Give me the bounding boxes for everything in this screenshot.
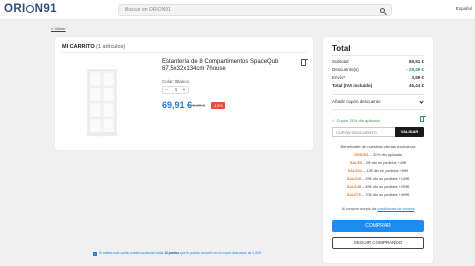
buy-button[interactable]: COMPRAR [332,220,424,232]
notice-prefix: Si validas este carrito puedes acumular … [99,251,165,255]
coupon-desc: – 31% dto aplicado [368,153,402,157]
divider [332,109,424,110]
quantity-value[interactable]: 1 [172,87,180,93]
cart-title-text: MI CARRITO [62,44,95,50]
discount-value: - 28,46 € [406,67,424,72]
search-input[interactable]: Buscar en ORION91 [125,7,171,13]
shipping-row: Envío* 3,99 € [332,75,424,81]
remove-coupon-icon[interactable] [420,115,426,122]
cart-card: MI CARRITO (1 artículos) Estantería de 8… [55,37,313,150]
coupon-offer: SALE5 – 5€ dto en pedidos +49€ [332,161,424,165]
notice-suffix: que te podrán convertir en un cupón desc… [179,251,262,255]
coupon-toggle-label: Añadir cupón descuento [332,99,381,104]
coupon-code: ORION1 [354,153,369,157]
product-color: Color: Blanco [162,79,190,84]
divider [332,55,424,56]
qty-minus-button[interactable]: − [164,87,170,93]
terms-link[interactable]: condiciones de compra [377,207,414,211]
continue-shopping-button[interactable]: SEGUIR COMPRANDO [332,237,424,249]
divider [332,94,424,95]
info-icon: i [93,251,97,256]
language-selector[interactable]: Español [456,6,472,11]
discount-label: Descuento(s) [332,67,359,72]
applied-coupon: ✓ Cupón 31% dto aplicado [332,118,381,123]
coupon-desc: – 5€ dto en pedidos +49€ [362,161,407,165]
discount-row: Descuento(s) - 28,46 € [332,67,424,73]
coupon-code: SALE70 [346,193,362,197]
coupon-code: SALE12 [347,169,363,173]
notice-points: 13 puntos [164,251,180,255]
logo-o-icon [25,4,34,13]
logo-text: ORI [4,3,26,15]
coupon-offer: ORION1 – 31% dto aplicado [332,153,424,157]
coupon-desc: – 45€ dto en pedidos +299€ [361,185,410,189]
coupon-offer: SALE25 – 25€ dto en pedidos +149€ [332,177,424,181]
cart-title: MI CARRITO (1 artículos) [62,44,125,50]
discount-badge: -13% [211,101,225,109]
coupon-offer: SALE45 – 45€ dto en pedidos +299€ [332,185,424,189]
quantity-stepper[interactable]: − 1 + [162,86,189,94]
coupon-code: SALE5 [349,161,363,165]
total-value: 45,44 € [408,83,424,88]
coupon-toggle[interactable]: Añadir cupón descuento [332,98,424,106]
coupon-offer: SALE12 – 12€ dto en pedidos +89€ [332,169,424,173]
logo[interactable]: ORI N91 [4,3,57,15]
coupon-desc: – 12€ dto en pedidos +89€ [362,169,409,173]
total-row: Total (IVA incluido) 45,44 € [332,83,424,89]
coupon-code: SALE45 [346,185,362,189]
bookshelf-drawing [85,69,119,137]
qty-plus-button[interactable]: + [181,87,187,93]
coupon-input[interactable] [332,127,395,137]
search-box[interactable]: Buscar en ORION91 [118,4,392,16]
terms-text: Al comprar acepto las condiciones de com… [332,207,424,211]
top-header: ORI N91 Buscar en ORION91 Español [0,0,475,20]
trash-icon[interactable] [300,58,308,66]
coupon-desc: – 25€ dto en pedidos +149€ [361,177,410,181]
product-old-price: 79,90 € [190,103,206,108]
validate-coupon-button[interactable]: VALIDAR [395,127,424,137]
coupon-offer: SALE70 – 70€ dto en pedidos +499€ [332,193,424,197]
order-summary: Total Subtotal 69,91 € Descuento(s) - 28… [323,37,433,263]
points-notice: i Si validas este carrito puedes acumular… [93,251,261,256]
subtotal-label: Subtotal [332,59,349,64]
benefits-title: Benefíciate de nuestras ofertas exclusiv… [340,144,416,149]
search-icon[interactable] [380,7,385,13]
coupon-desc: – 70€ dto en pedidos +499€ [361,193,410,197]
summary-title: Total [332,44,351,53]
total-label: Total (IVA incluido) [332,83,373,88]
coupon-code: SALE25 [346,177,362,181]
cart-item-count: (1 artículos) [96,44,126,50]
back-link[interactable]: < Volver [51,26,66,31]
logo-tail: N91 [34,3,57,15]
shipping-value: 3,99 € [411,75,424,80]
terms-prefix: Al comprar acepto las [341,207,378,211]
chevron-down-icon[interactable] [419,98,424,104]
product-title[interactable]: Estantería de 8 Compartimentos SpaceQub … [162,59,294,73]
subtotal-row: Subtotal 69,91 € [332,59,424,65]
product-image[interactable] [62,56,142,140]
product-price: 69,91 € [162,100,193,110]
subtotal-value: 69,91 € [408,59,424,64]
divider [62,52,306,53]
shipping-label: Envío* [332,75,346,80]
